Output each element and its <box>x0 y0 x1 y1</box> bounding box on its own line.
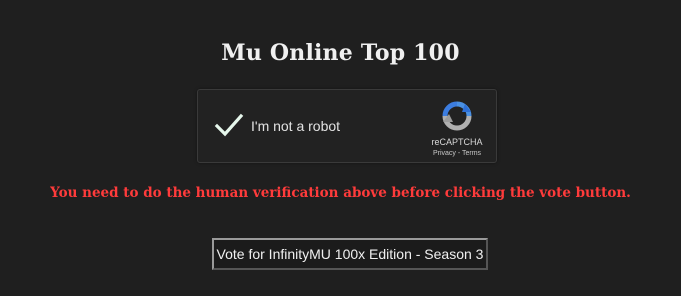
vote-button[interactable]: Vote for InfinityMU 100x Edition - Seaso… <box>212 238 488 270</box>
terms-link[interactable]: Terms <box>462 150 481 157</box>
privacy-link[interactable]: Privacy <box>433 150 456 157</box>
recaptcha-logo-icon <box>442 101 472 131</box>
checkmark-icon[interactable] <box>214 110 244 140</box>
recaptcha-brand-text: reCAPTCHA <box>431 137 483 147</box>
recaptcha-widget: I'm not a robot reCAPTCHA Privacy - Term… <box>197 89 497 163</box>
recaptcha-links: Privacy - Terms <box>426 150 488 157</box>
recaptcha-label: I'm not a robot <box>251 118 341 134</box>
vote-page: Mu Online Top 100 I'm not a robot reCAPT… <box>0 0 681 296</box>
page-title: Mu Online Top 100 <box>221 40 460 66</box>
verification-warning: You need to do the human verification ab… <box>50 185 631 201</box>
